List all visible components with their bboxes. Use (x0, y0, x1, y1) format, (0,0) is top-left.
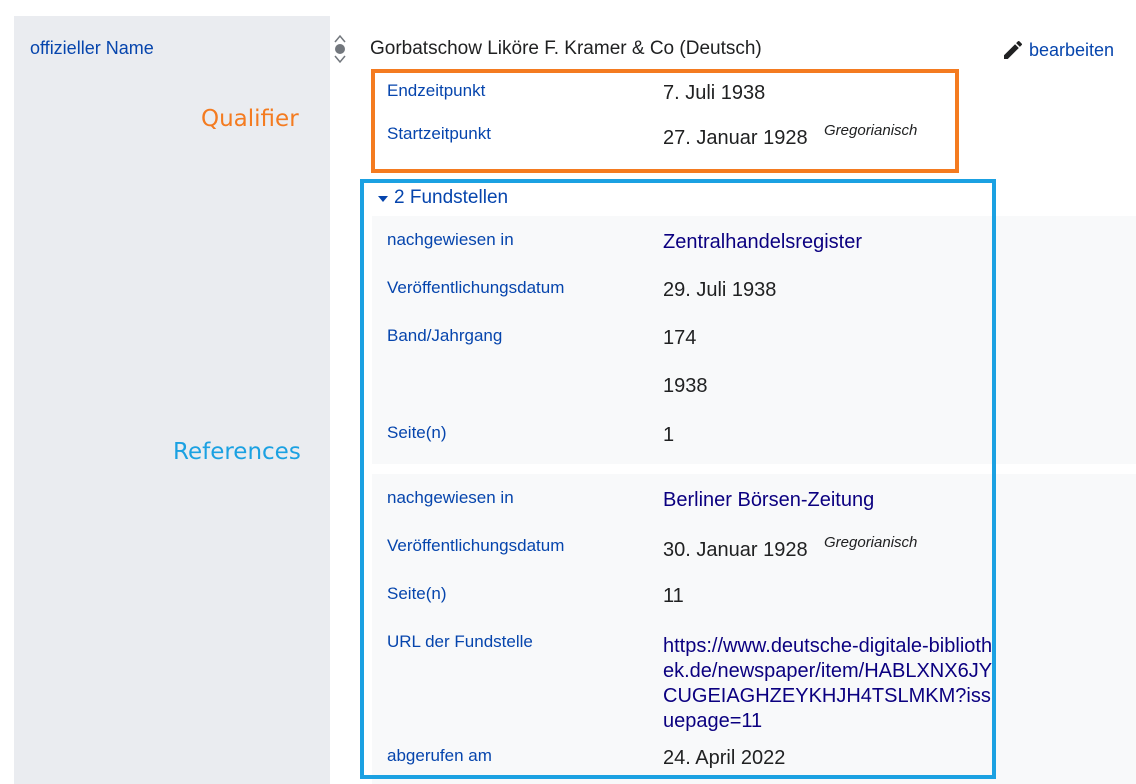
qualifier-annotation: Qualifier (201, 106, 299, 132)
references-annotation: References (173, 439, 301, 465)
edit-label: bearbeiten (1029, 39, 1115, 60)
property-name-link[interactable]: offizieller Name (30, 38, 154, 59)
pencil-icon (1004, 40, 1023, 59)
rank-selector-icon[interactable] (332, 33, 348, 65)
statement-value: Gorbatschow Liköre F. Kramer & Co (Deuts… (370, 38, 762, 59)
edit-button[interactable]: bearbeiten (1001, 38, 1114, 62)
qualifier-highlight-box (371, 69, 959, 173)
references-highlight-box (360, 179, 996, 779)
